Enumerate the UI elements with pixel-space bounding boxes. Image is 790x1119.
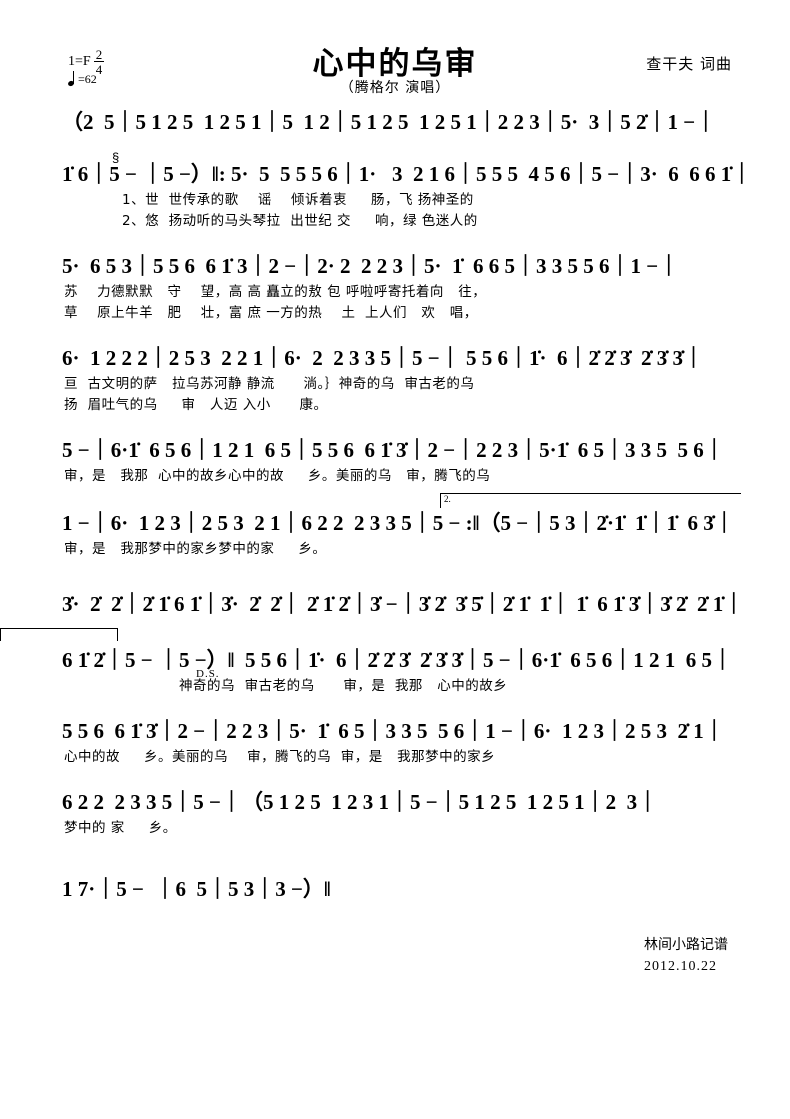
sheet-header: 1=F 2 4 =62 心中的乌审 （腾格尔 演唱） 查干夫 词曲 [0,0,790,96]
notation-systems: （2 5｜5 1 2 5 1 2 5 1｜5 1 2｜5 1 2 5 1 2 5… [0,96,790,903]
page-subtitle: （腾格尔 演唱） [339,80,451,96]
system-10-notes: 6 2 2 2 3 3 5｜5 −｜（5 1 2 5 1 2 3 1｜5 −｜5… [62,790,659,814]
system-5: 5 −｜6·1̇ 6 5 6｜1 2 1 6 5｜5 5 6 6 1̇ 3̇｜2… [0,424,790,485]
dal-segno-marking: D.S. [196,668,220,680]
segno-icon: § [112,150,120,165]
composer-credit: 查干夫 词曲 [646,55,732,73]
system-10-lyric: 梦中的 家 乡。 [64,820,177,836]
transcriber-credit: 林间小路记谱 2012.10.22 [644,935,728,977]
system-8: 6 1̇ 2̇｜5 − ｜5 −）‖ 5 5 6｜1̇· 6｜2̇ 2̇ 3̇ … [0,628,790,695]
system-8-notes: 6 1̇ 2̇｜5 − ｜5 −）‖ 5 5 6｜1̇· 6｜2̇ 2̇ 3̇ … [62,648,733,672]
system-1-notes: （2 5｜5 1 2 5 1 2 5 1｜5 1 2｜5 1 2 5 1 2 5… [62,110,717,134]
system-7: 3̇· 2̇ 2̇｜2̇ 1̇ 6 1̇｜3̇· 2̇ 2̇｜ 2̇ 1̇ 2̇… [0,578,790,618]
system-9-notes: 5 5 6 6 1̇ 3̇｜2 −｜2 2 3｜5· 1̇ 6 5｜3 3 5 … [62,719,725,743]
transcriber-name: 林间小路记谱 [644,937,728,953]
transcription-date: 2012.10.22 [644,959,717,974]
system-5-notes: 5 −｜6·1̇ 6 5 6｜1 2 1 6 5｜5 5 6 6 1̇ 3̇｜2… [62,438,725,462]
second-ending-bracket: 2. [440,493,741,508]
system-6-lyric: 审，是 我那梦中的家乡梦中的家 乡。 [64,541,327,557]
system-9-lyric: 心中的故 乡。美丽的乌 审，腾飞的乌 审，是 我那梦中的家乡 [64,749,496,765]
system-2-notes: 1̇ 6｜5 − ｜5 −）‖: 5· 5 5 5 5 6｜1· 3 2 1 6… [62,162,753,186]
system-3-lyric-verse-2: 草 原上牛羊 肥 壮，富 庶 一方的热 土 上人们 欢 唱， [64,305,478,321]
system-5-lyric: 审，是 我那 心中的故乡心中的故 乡。美丽的乌 审，腾飞的乌 [64,468,491,484]
system-4-lyric-verse-1: 亘 古文明的萨 拉乌苏河静 静流 淌。｝神奇的乌 审古老的乌 [64,376,475,392]
system-11: 1 7·｜5 − ｜6 5｜5 3｜3 −）‖ [0,863,790,903]
system-2-lyric-verse-1: 1、世 世传承的歌 谣 倾诉着衷 肠，飞 扬神圣的 [122,192,474,208]
system-10: 6 2 2 2 3 3 5｜5 −｜（5 1 2 5 1 2 3 1｜5 −｜5… [0,776,790,837]
system-11-notes: 1 7·｜5 − ｜6 5｜5 3｜3 −）‖ [62,877,331,901]
system-1: （2 5｜5 1 2 5 1 2 5 1｜5 1 2｜5 1 2 5 1 2 5… [0,96,790,136]
system-4: 6· 1 2 2 2｜2 5 3 2 2 1｜6· 2 2 3 3 5｜5 −｜… [0,332,790,414]
system-2: 1̇ 6｜5 − ｜5 −）‖: 5· 5 5 5 5 6｜1· 3 2 1 6… [0,148,790,230]
system-8-lyric: 神奇的乌 审古老的乌 审，是 我那 心中的故乡 [64,678,508,694]
system-2-lyric-verse-2: 2、悠 扬动听的马头琴拉 出世纪 交 响，绿 色迷人的 [122,213,478,229]
repeat-bracket [0,628,118,641]
system-3: 5· 6 5 3｜5 5 6 6 1̇ 3｜2 −｜2· 2 2 2 3｜5· … [0,240,790,322]
system-3-lyric-verse-1: 苏 力德默默 守 望，高 高 矗立的敖 包 呼啦呼寄托着向 往， [64,284,487,300]
sheet-music-page: 1=F 2 4 =62 心中的乌审 （腾格尔 演唱） 查干夫 词曲 （2 5｜5… [0,0,790,1119]
system-9: 5 5 6 6 1̇ 3̇｜2 −｜2 2 3｜5· 1̇ 6 5｜3 3 5 … [0,705,790,766]
system-7-notes: 3̇· 2̇ 2̇｜2̇ 1̇ 6 1̇｜3̇· 2̇ 2̇｜ 2̇ 1̇ 2̇… [62,592,745,616]
second-ending-label: 2. [444,494,451,504]
system-4-lyric-verse-2: 扬 眉吐气的乌 审 人迈 入小 康。 [64,397,328,413]
system-6: 2. 1 −｜6· 1 2 3｜2 5 3 2 1｜6 2 2 2 3 3 5｜… [0,493,790,558]
system-3-notes: 5· 6 5 3｜5 5 6 6 1̇ 3｜2 −｜2· 2 2 2 3｜5· … [62,254,680,278]
system-4-notes: 6· 1 2 2 2｜2 5 3 2 2 1｜6· 2 2 3 3 5｜5 −｜… [62,346,704,370]
